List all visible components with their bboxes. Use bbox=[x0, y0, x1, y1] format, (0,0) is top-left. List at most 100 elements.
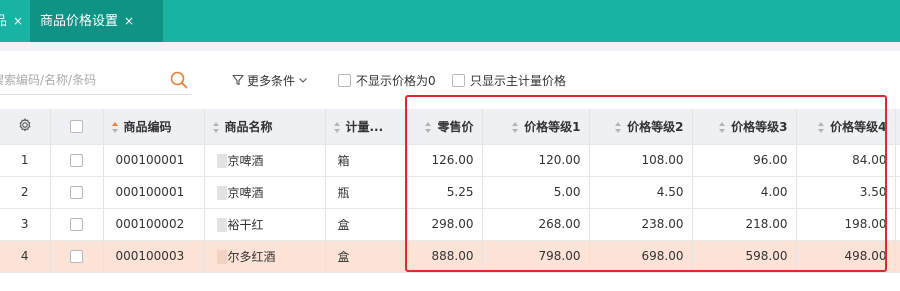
header-code-label: 商品编码 bbox=[123, 119, 172, 134]
cell-level3[interactable]: 218.00 bbox=[692, 208, 797, 241]
cell-retail[interactable]: 888.00 bbox=[407, 240, 483, 273]
row-index: 1 bbox=[0, 144, 51, 177]
chevron-down-icon bbox=[299, 78, 307, 83]
cell-level2[interactable]: 108.00 bbox=[589, 144, 693, 177]
cell-name-text: 裕干红 bbox=[227, 217, 264, 232]
redacted-text bbox=[216, 186, 227, 200]
cell-unit: 盒 bbox=[325, 208, 408, 241]
sort-icon[interactable] bbox=[818, 121, 825, 133]
search-input[interactable] bbox=[0, 67, 162, 93]
row-select-cell bbox=[50, 176, 104, 209]
cell-level2[interactable]: 698.00 bbox=[589, 240, 693, 273]
more-conditions-button[interactable]: 更多条件 bbox=[232, 71, 308, 89]
search-icon[interactable] bbox=[169, 70, 189, 90]
cell-code: 000100003 bbox=[103, 240, 205, 273]
sort-icon[interactable] bbox=[425, 121, 432, 133]
toolbar-separator bbox=[0, 42, 900, 51]
checkbox-box[interactable] bbox=[452, 73, 465, 87]
sort-icon[interactable] bbox=[212, 121, 220, 133]
header-level1-label: 价格等级1 bbox=[524, 119, 581, 134]
sort-icon[interactable] bbox=[719, 121, 726, 133]
cell-level1[interactable]: 798.00 bbox=[482, 240, 590, 273]
cell-level2[interactable]: 4.50 bbox=[589, 176, 693, 209]
column-header-level3[interactable]: 价格等级3 bbox=[692, 109, 797, 145]
price-table: 商品编码 商品名称 计量... 零售价 价格等级1 价格等级2 价格等级3 价格… bbox=[0, 109, 900, 273]
cell-level3[interactable]: 96.00 bbox=[692, 144, 797, 177]
column-header-unit[interactable]: 计量... bbox=[325, 109, 408, 145]
table-row-selected[interactable]: 4 000100003 尔多红酒 盒 888.00 798.00 698.00 … bbox=[0, 240, 900, 273]
toolbar: 更多条件 不显示价格为0 只显示主计量价格 bbox=[0, 51, 900, 109]
column-header-overflow bbox=[895, 109, 900, 145]
column-header-code[interactable]: 商品编码 bbox=[103, 109, 205, 145]
tab-active-label: 商品价格设置 bbox=[40, 14, 119, 29]
column-header-name[interactable]: 商品名称 bbox=[204, 109, 326, 145]
row-select-cell bbox=[50, 240, 104, 273]
row-checkbox[interactable] bbox=[70, 218, 83, 231]
header-unit-label: 计量... bbox=[345, 119, 384, 134]
header-name-label: 商品名称 bbox=[224, 119, 273, 134]
select-all-cell bbox=[50, 109, 104, 145]
checkbox-box[interactable] bbox=[338, 73, 351, 87]
cell-retail[interactable]: 5.25 bbox=[407, 176, 483, 209]
cell-retail[interactable]: 298.00 bbox=[407, 208, 483, 241]
cell-name-text: 尔多红酒 bbox=[227, 249, 276, 264]
row-index: 3 bbox=[0, 208, 51, 241]
main-unit-only-label: 只显示主计量价格 bbox=[470, 73, 567, 88]
cell-unit: 瓶 bbox=[325, 176, 408, 209]
cell-level3[interactable]: 598.00 bbox=[692, 240, 797, 273]
column-header-level4[interactable]: 价格等级4 bbox=[796, 109, 896, 145]
cell-overflow bbox=[895, 176, 900, 209]
table-row[interactable]: 3 000100002 裕干红 盒 298.00 268.00 238.00 2… bbox=[0, 208, 900, 241]
header-level2-label: 价格等级2 bbox=[627, 119, 684, 134]
tab-bar: 品 × 商品价格设置 × bbox=[0, 0, 900, 42]
cell-name: 京啤酒 bbox=[204, 144, 326, 177]
sort-icon[interactable] bbox=[615, 121, 622, 133]
row-index: 2 bbox=[0, 176, 51, 209]
cell-level1[interactable]: 268.00 bbox=[482, 208, 590, 241]
tab-product-price-settings[interactable]: 商品价格设置 × bbox=[30, 0, 163, 42]
header-level3-label: 价格等级3 bbox=[731, 119, 788, 134]
cell-level1[interactable]: 5.00 bbox=[482, 176, 590, 209]
redacted-text bbox=[216, 218, 227, 232]
cell-name: 京啤酒 bbox=[204, 176, 326, 209]
redacted-text bbox=[216, 154, 227, 168]
cell-name-text: 京啤酒 bbox=[227, 185, 264, 200]
hide-zero-price-checkbox[interactable]: 不显示价格为0 bbox=[338, 71, 436, 89]
cell-level4[interactable]: 198.00 bbox=[796, 208, 896, 241]
column-header-retail[interactable]: 零售价 bbox=[407, 109, 483, 145]
redacted-text bbox=[216, 250, 227, 264]
tab-close-icon[interactable]: × bbox=[124, 14, 134, 28]
cell-code: 000100002 bbox=[103, 208, 205, 241]
cell-level3[interactable]: 4.00 bbox=[692, 176, 797, 209]
select-all-checkbox[interactable] bbox=[70, 120, 83, 134]
tab-previous-label: 品 bbox=[0, 14, 8, 29]
table-row[interactable]: 2 000100001 京啤酒 瓶 5.25 5.00 4.50 4.00 3.… bbox=[0, 176, 900, 209]
table-row[interactable]: 1 000100001 京啤酒 箱 126.00 120.00 108.00 9… bbox=[0, 144, 900, 177]
cell-code: 000100001 bbox=[103, 144, 205, 177]
row-checkbox[interactable] bbox=[70, 250, 83, 263]
cell-level4[interactable]: 3.50 bbox=[796, 176, 896, 209]
cell-level2[interactable]: 238.00 bbox=[589, 208, 693, 241]
column-header-level1[interactable]: 价格等级1 bbox=[482, 109, 590, 145]
cell-overflow bbox=[895, 240, 900, 273]
column-settings[interactable] bbox=[0, 109, 51, 145]
sort-icon[interactable] bbox=[333, 121, 341, 133]
row-checkbox[interactable] bbox=[70, 154, 83, 167]
gear-icon[interactable] bbox=[18, 118, 32, 132]
cell-level1[interactable]: 120.00 bbox=[482, 144, 590, 177]
cell-retail[interactable]: 126.00 bbox=[407, 144, 483, 177]
cell-name: 尔多红酒 bbox=[204, 240, 326, 273]
tab-previous-close-icon[interactable]: × bbox=[13, 14, 23, 28]
sort-icon[interactable] bbox=[512, 121, 519, 133]
search-box bbox=[0, 67, 192, 95]
cell-overflow bbox=[895, 208, 900, 241]
sort-icon[interactable] bbox=[111, 121, 119, 133]
main-unit-only-checkbox[interactable]: 只显示主计量价格 bbox=[452, 71, 566, 89]
cell-name-text: 京啤酒 bbox=[227, 153, 264, 168]
cell-overflow bbox=[895, 144, 900, 177]
tab-previous[interactable]: 品 × bbox=[0, 0, 24, 42]
cell-level4[interactable]: 498.00 bbox=[796, 240, 896, 273]
cell-level4[interactable]: 84.00 bbox=[796, 144, 896, 177]
row-checkbox[interactable] bbox=[70, 186, 83, 199]
column-header-level2[interactable]: 价格等级2 bbox=[589, 109, 693, 145]
